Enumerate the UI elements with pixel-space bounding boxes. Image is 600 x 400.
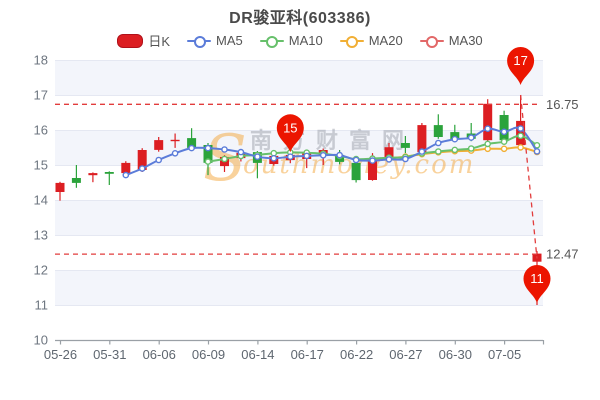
y-axis-label: 10 (34, 333, 48, 348)
ma5-marker (271, 156, 276, 161)
ma10-marker (452, 147, 457, 152)
x-axis-label: 06-09 (192, 347, 225, 362)
ma5-marker (518, 126, 523, 131)
ma5-marker (288, 154, 293, 159)
y-axis-label: 16 (34, 123, 48, 138)
ma20-marker (518, 145, 523, 150)
ma5-marker (403, 156, 408, 161)
y-axis-label: 15 (34, 158, 48, 173)
ma10-marker (469, 146, 474, 151)
ma10-marker (518, 133, 523, 138)
y-axis-label: 14 (34, 193, 48, 208)
ma10-marker (485, 141, 490, 146)
ma20-marker (502, 146, 507, 151)
ma5-marker (173, 151, 178, 156)
x-axis-label: 05-31 (93, 347, 126, 362)
candle-body (500, 115, 509, 140)
ma10-marker (436, 149, 441, 154)
plot-bands (55, 60, 543, 305)
y-axis-label: 11 (35, 298, 49, 313)
x-axis-label: 06-27 (389, 347, 422, 362)
ma5-marker (419, 149, 424, 154)
y-axis-label: 12 (34, 263, 48, 278)
plot-band (55, 270, 543, 305)
ma5-marker (238, 150, 243, 155)
ma10-marker (205, 159, 210, 164)
ma5-marker (485, 126, 490, 131)
candle-body (56, 183, 65, 192)
candle-body (72, 178, 81, 183)
y-axis-label: 18 (34, 53, 48, 68)
candle-body (434, 125, 443, 137)
ma5-marker (140, 166, 145, 171)
pin-label: 17 (513, 53, 527, 68)
x-axis-label: 06-17 (291, 347, 324, 362)
ma5-marker (222, 147, 227, 152)
ma5-marker (255, 154, 260, 159)
stock-chart-app: DR骏亚科(603386) 日KMA5MA10MA20MA30 Southmon… (0, 0, 600, 400)
y-axis-label: 17 (34, 88, 48, 103)
candle-body (171, 140, 180, 141)
ma5-marker (436, 140, 441, 145)
candle-body (417, 125, 426, 152)
ma5-marker (337, 153, 342, 158)
pin-label: 15 (283, 120, 297, 135)
candle-body (352, 163, 361, 180)
plot-band (55, 200, 543, 235)
candle-body (154, 140, 163, 150)
x-axis-label: 06-14 (241, 347, 274, 362)
candle-body (483, 104, 492, 140)
candle-body (401, 143, 410, 148)
x-axis-label: 06-30 (439, 347, 472, 362)
x-axis-label: 07-05 (488, 347, 521, 362)
plot-band (55, 60, 543, 95)
ma5-marker (304, 153, 309, 158)
markline-label: 16.75 (546, 97, 579, 112)
ma10-marker (502, 139, 507, 144)
candle-body (88, 173, 97, 175)
markline-label: 12.47 (546, 247, 579, 262)
ma5-marker (452, 137, 457, 142)
ma5-marker (502, 129, 507, 134)
candle-body (105, 172, 114, 174)
ma10-marker (222, 156, 227, 161)
ma5-marker (370, 158, 375, 163)
ma5-marker (123, 173, 128, 178)
y-axis-label: 13 (34, 228, 48, 243)
ma5-marker (386, 157, 391, 162)
x-axis-label: 06-06 (143, 347, 176, 362)
ma5-marker (354, 157, 359, 162)
candle-body (121, 163, 130, 173)
ma5-marker (156, 157, 161, 162)
ma5-marker (534, 149, 539, 154)
ma5-marker (469, 135, 474, 140)
x-axis-label: 05-26 (44, 347, 77, 362)
pin-label: 11 (530, 271, 544, 286)
candlestick-chart-svg: Southmoney.com南方财富网 16.7512.47 181716151… (0, 0, 600, 400)
ma5-marker (321, 153, 326, 158)
x-axis-label: 06-22 (340, 347, 373, 362)
ma5-marker (189, 146, 194, 151)
ma5-marker (205, 146, 210, 151)
